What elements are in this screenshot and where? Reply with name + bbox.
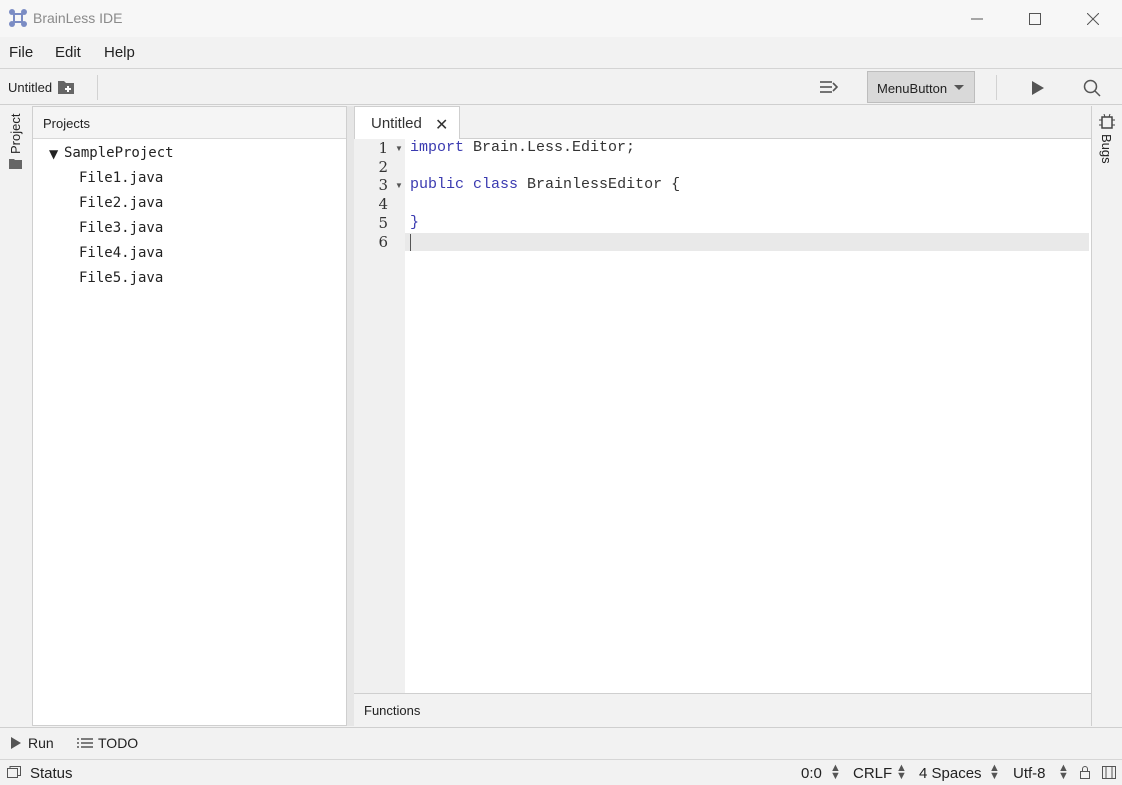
lock-icon[interactable] [1080, 766, 1090, 779]
code-keyword: class [473, 176, 519, 193]
split-pane-divider[interactable] [347, 106, 354, 726]
maximize-button[interactable] [1006, 0, 1064, 37]
code-line-1[interactable]: import Brain.Less.Editor; [410, 139, 635, 156]
toolbar-separator [996, 75, 997, 100]
up-down-arrow-icon[interactable]: ▲ ▼ [1058, 763, 1069, 782]
todo-list-icon [77, 738, 93, 748]
bugs-tool-tab[interactable]: Bugs [1099, 134, 1114, 164]
toolbar: Untitled MenuButton [0, 70, 1122, 105]
chevron-down-icon [954, 85, 964, 90]
run-tab[interactable]: Run [28, 735, 54, 751]
right-tool-strip: Bugs [1091, 106, 1122, 726]
status-bar: Status 0:0 ▲ ▼ CRLF ▲ ▼ 4 Spaces ▲ ▼ Utf-8 … [0, 759, 1122, 785]
bug-icon[interactable] [1099, 114, 1115, 130]
line-number: 1 [378, 139, 388, 157]
maximize-icon [1029, 12, 1041, 25]
tree-file-item[interactable]: File5.java [79, 270, 163, 286]
todo-tab[interactable]: TODO [98, 735, 138, 751]
minimize-button[interactable] [948, 0, 1006, 37]
menu-button[interactable]: MenuButton [867, 71, 975, 103]
menu-file[interactable]: File [9, 44, 33, 61]
tree-file-item[interactable]: File3.java [79, 220, 163, 236]
functions-panel-header[interactable]: Functions [354, 693, 1091, 726]
tree-file-item[interactable]: File1.java [79, 170, 163, 186]
window-title: BrainLess IDE [33, 10, 123, 26]
up-down-arrow-icon[interactable]: ▲ ▼ [830, 763, 841, 782]
fold-arrow-icon[interactable]: ▼ [395, 144, 403, 153]
expand-arrow-icon[interactable]: ▼ [49, 147, 58, 161]
line-number: 5 [378, 214, 388, 232]
tree-root-sampleproject[interactable]: SampleProject [64, 145, 174, 161]
tab-label: Untitled [371, 115, 422, 132]
menu-edit[interactable]: Edit [55, 44, 81, 61]
new-folder-icon[interactable] [58, 79, 74, 95]
status-text: Status [30, 765, 73, 782]
encoding-selector[interactable]: Utf-8 [1013, 765, 1046, 782]
line-number: 3 [378, 176, 388, 194]
code-text: BrainlessEditor { [518, 176, 681, 193]
cursor-position[interactable]: 0:0 [801, 765, 822, 782]
folder-icon[interactable] [9, 158, 22, 169]
editor-tab-bar: Untitled ✕ [354, 106, 1091, 139]
minimize-icon [971, 18, 983, 19]
line-number: 2 [378, 158, 388, 176]
projects-panel: Projects ▼ SampleProject File1.java File… [32, 106, 347, 726]
current-line-highlight [354, 233, 1089, 251]
run-icon[interactable] [1030, 80, 1046, 96]
menu-help[interactable]: Help [104, 44, 135, 61]
panel-layout-icon[interactable] [1102, 766, 1116, 779]
title-bar: BrainLess IDE [0, 0, 1122, 37]
toolbar-separator [97, 75, 98, 100]
line-number: 6 [378, 233, 388, 251]
project-tool-tab[interactable]: Project [8, 114, 23, 154]
code-line-5[interactable]: } [410, 214, 419, 231]
close-button[interactable] [1064, 0, 1122, 37]
tree-file-item[interactable]: File4.java [79, 245, 163, 261]
fold-arrow-icon[interactable]: ▼ [395, 181, 403, 190]
up-down-arrow-icon[interactable]: ▲ ▼ [989, 763, 1000, 782]
code-keyword: import [410, 139, 465, 156]
line-ending-selector[interactable]: CRLF [853, 765, 892, 782]
search-icon[interactable] [1083, 79, 1101, 97]
tree-file-item[interactable]: File2.java [79, 195, 163, 211]
up-down-arrow-icon[interactable]: ▲ ▼ [896, 763, 907, 782]
line-number-gutter: 1 ▼ 2 3 ▼ 4 5 6 [354, 139, 405, 693]
menu-button-label: MenuButton [877, 81, 948, 96]
format-lines-icon[interactable] [820, 80, 838, 94]
run-play-icon [11, 737, 21, 749]
line-number: 4 [378, 195, 388, 213]
app-logo-icon [9, 9, 27, 27]
editor-area: Untitled ✕ 1 ▼ 2 3 ▼ 4 5 6 import Brain.… [354, 106, 1091, 726]
left-tool-strip: Project [0, 106, 32, 726]
project-selector[interactable]: Untitled [8, 80, 52, 95]
indent-selector[interactable]: 4 Spaces [919, 765, 982, 782]
code-keyword: public [410, 176, 465, 193]
close-tab-icon[interactable]: ✕ [435, 115, 448, 135]
code-text: Brain.Less.Editor; [464, 139, 636, 156]
projects-panel-header: Projects [33, 107, 346, 139]
tab-untitled[interactable]: Untitled ✕ [354, 106, 460, 139]
text-caret [410, 234, 411, 251]
menu-bar: File Edit Help [0, 37, 1122, 69]
close-icon [1087, 12, 1099, 25]
window-toggle-icon[interactable] [7, 766, 21, 778]
run-bar: Run TODO [0, 727, 1122, 758]
code-line-3[interactable]: public class BrainlessEditor { [410, 176, 680, 193]
